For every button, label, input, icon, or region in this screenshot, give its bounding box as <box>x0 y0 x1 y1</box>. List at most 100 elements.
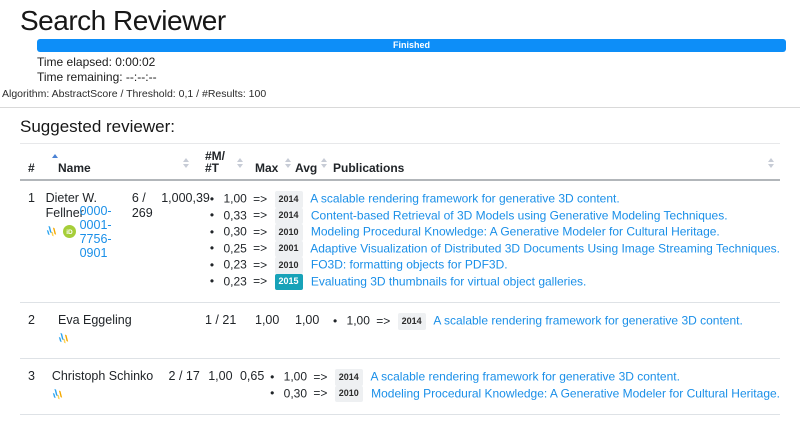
avg-score-value: 0,39 <box>185 191 210 205</box>
publication-year-badge: 2010 <box>274 257 303 274</box>
column-label-match-total: #M/#T <box>205 149 226 175</box>
publication-score: 1,00 <box>223 191 247 206</box>
row-rank: 2 <box>28 313 35 327</box>
publication-year-badge: 2001 <box>274 240 303 257</box>
publication-link[interactable]: Adaptive Visualization of Distributed 3D… <box>310 241 780 255</box>
publication-link[interactable]: Modeling Procedural Knowledge: A Generat… <box>311 225 720 239</box>
svg-text:iD: iD <box>66 229 73 236</box>
max-score-value: 1,00 <box>208 369 233 383</box>
column-header-rank[interactable]: # <box>20 154 58 174</box>
dblp-icon[interactable] <box>52 388 65 401</box>
column-label-rank: # <box>28 161 35 175</box>
publication-arrow: => <box>253 274 268 288</box>
table-header-row: # Name #M/#T Max Avg Publications <box>20 143 780 181</box>
table-row: 3 Christoph Schinko 2 / 17 1,00 0,65 1 <box>20 359 780 415</box>
table-row: 2 Eva Eggeling 1 / 21 1,00 1,00 1,00 <box>20 303 780 359</box>
time-remaining: Time remaining: --:--:-- <box>37 70 157 84</box>
publication-item: 0,25 => 2001 Adaptive Visualization of D… <box>210 240 780 257</box>
publication-year-badge: 2014 <box>397 313 426 330</box>
publication-item: 0,30 => 2010 Modeling Procedural Knowled… <box>210 224 780 241</box>
column-header-avg[interactable]: Avg <box>295 158 333 174</box>
column-label-max: Max <box>255 161 279 175</box>
time-elapsed: Time elapsed: 0:00:02 <box>37 55 156 69</box>
publication-item: 1,00 => 2014 A scalable rendering framew… <box>270 369 780 386</box>
publication-arrow: => <box>253 208 268 222</box>
row-rank: 1 <box>28 191 35 205</box>
match-total-value: 6 / 269 <box>131 191 153 220</box>
reviewer-table: # Name #M/#T Max Avg Publications 1 Diet… <box>20 143 780 422</box>
publication-score: 0,23 <box>223 274 247 288</box>
publication-score: 0,30 <box>283 386 308 400</box>
publication-score: 0,23 <box>223 257 247 272</box>
publication-link[interactable]: Modeling Procedural Knowledge: A Generat… <box>371 386 780 400</box>
publication-item: 1,00 => 2014 A scalable rendering framew… <box>333 313 780 330</box>
reviewer-name: Christoph Schinko <box>51 369 154 383</box>
publication-arrow: => <box>313 386 328 400</box>
row-rank: 3 <box>28 369 35 383</box>
column-header-match-total[interactable]: #M/#T <box>205 150 255 174</box>
publication-link[interactable]: A scalable rendering framework for gener… <box>370 370 680 384</box>
max-score-value: 1,00 <box>255 313 280 327</box>
publication-arrow: => <box>253 191 268 206</box>
dblp-icon[interactable] <box>46 225 59 238</box>
avg-score-value: 0,65 <box>239 369 265 383</box>
orcid-link[interactable]: iD 0000-0001-7756-0901 <box>62 203 132 260</box>
publication-link[interactable]: FO3D: formatting objects for PDF3D. <box>311 258 508 272</box>
publication-arrow: => <box>376 313 391 328</box>
publication-year-badge: 2014 <box>274 191 303 208</box>
publication-year-badge: 2014 <box>274 207 303 224</box>
publication-item: 0,33 => 2014 Content-based Retrieval of … <box>210 207 780 224</box>
column-label-avg: Avg <box>295 161 318 175</box>
sort-icon <box>321 158 327 168</box>
avg-score-value: 1,00 <box>295 313 320 327</box>
publication-link[interactable]: Evaluating 3D thumbnails for virtual obj… <box>311 274 586 288</box>
sort-icon <box>285 158 291 168</box>
publication-score: 1,00 <box>346 313 370 328</box>
sort-icon <box>237 158 243 168</box>
match-total-value: 1 / 21 <box>205 313 237 327</box>
progress-bar: Finished <box>37 39 786 52</box>
column-header-max[interactable]: Max <box>255 158 295 174</box>
publication-item: 0,30 => 2010 Modeling Procedural Knowled… <box>270 385 780 402</box>
page-title: Search Reviewer <box>20 5 226 36</box>
column-label-name: Name <box>58 161 91 175</box>
orcid-id: 0000-0001-7756-0901 <box>79 203 112 260</box>
algorithm-status-line: Algorithm: AbstractScore / Threshold: 0,… <box>0 88 800 108</box>
column-header-publications[interactable]: Publications <box>333 158 780 174</box>
publication-year-badge: 2015 <box>274 273 303 290</box>
publication-arrow: => <box>253 257 268 272</box>
sort-icon <box>183 158 189 168</box>
publication-link[interactable]: A scalable rendering framework for gener… <box>433 314 743 328</box>
publication-list: 1,00 => 2014 A scalable rendering framew… <box>210 191 780 290</box>
publication-item: 1,00 => 2014 A scalable rendering framew… <box>210 191 780 208</box>
column-header-name[interactable]: Name <box>58 158 205 174</box>
publication-list: 1,00 => 2014 A scalable rendering framew… <box>270 369 780 402</box>
reviewer-name: Eva Eggeling <box>58 313 132 327</box>
publication-list: 1,00 => 2014 A scalable rendering framew… <box>333 313 780 330</box>
publication-link[interactable]: A scalable rendering framework for gener… <box>310 192 620 206</box>
reviewer-table-body: 1 Dieter W. Fellner iD 0000-0001-7756-09… <box>20 181 780 422</box>
publication-score: 1,00 <box>283 369 308 384</box>
max-score-value: 1,00 <box>161 191 186 205</box>
publication-score: 0,25 <box>223 241 247 255</box>
publication-year-badge: 2014 <box>334 369 363 386</box>
sort-icon <box>768 158 774 168</box>
orcid-icon: iD <box>62 225 76 238</box>
publication-year-badge: 2010 <box>334 385 363 402</box>
section-heading: Suggested reviewer: <box>20 117 175 136</box>
match-total-value: 2 / 17 <box>168 369 200 383</box>
publication-item: 0,23 => 2010 FO3D: formatting objects fo… <box>210 257 780 274</box>
publication-score: 0,30 <box>223 224 247 239</box>
progress-status-label: Finished <box>392 40 430 50</box>
publication-arrow: => <box>253 224 268 239</box>
publication-link[interactable]: Content-based Retrieval of 3D Models usi… <box>311 208 728 222</box>
publication-item: 0,23 => 2015 Evaluating 3D thumbnails fo… <box>210 273 780 290</box>
publication-score: 0,33 <box>223 208 247 222</box>
publication-arrow: => <box>253 241 268 255</box>
publication-year-badge: 2010 <box>274 224 303 241</box>
table-row: 1 Dieter W. Fellner iD 0000-0001-7756-09… <box>20 181 780 303</box>
dblp-icon[interactable] <box>58 332 71 345</box>
publication-arrow: => <box>313 369 328 384</box>
table-row: 4 René Berndt iD <box>20 415 780 422</box>
column-label-publications: Publications <box>333 161 405 175</box>
